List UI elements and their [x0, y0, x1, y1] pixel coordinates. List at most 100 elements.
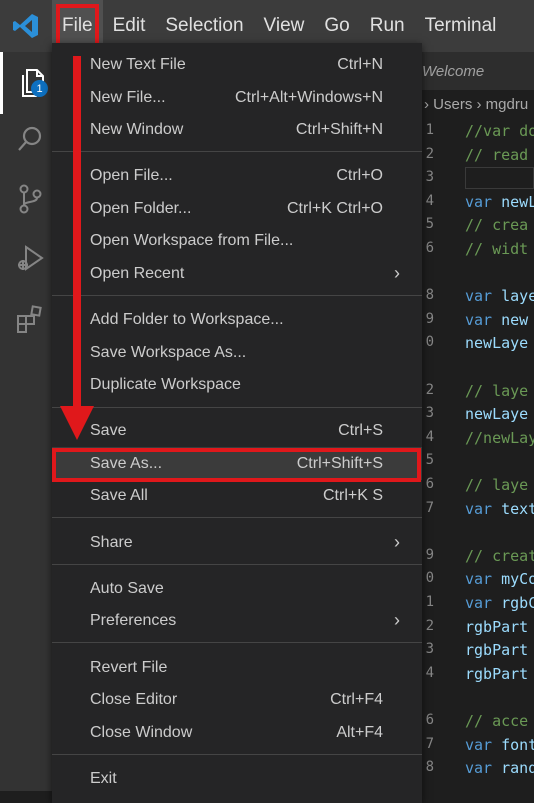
code-line[interactable]: rgbPart: [465, 618, 534, 636]
code-line[interactable]: // widt: [465, 240, 534, 258]
menu-item-new-text-file[interactable]: New Text File Ctrl+N: [52, 48, 422, 81]
explorer-icon[interactable]: [0, 52, 60, 114]
line-number: 2: [425, 145, 434, 162]
menu-item-save[interactable]: Save Ctrl+S: [52, 414, 422, 447]
menu-item-label: Auto Save: [90, 579, 164, 597]
menu-item-open-workspace[interactable]: Open Workspace from File...: [52, 224, 422, 257]
menu-separator: [52, 151, 422, 152]
run-debug-icon[interactable]: [0, 228, 60, 290]
menu-item-shortcut: Ctrl+K S: [322, 486, 383, 504]
menu-item-revert-file[interactable]: Revert File: [52, 651, 422, 684]
code-line[interactable]: var font: [465, 736, 534, 754]
line-number: 2: [425, 617, 434, 634]
menu-item-shortcut: Ctrl+K Ctrl+O: [286, 199, 383, 217]
code-line[interactable]: // laye: [465, 476, 534, 494]
line-number: 4: [425, 428, 434, 445]
code-line[interactable]: var rgbC: [465, 594, 534, 612]
activity-bar: [0, 52, 60, 791]
menu-item-duplicate-workspace[interactable]: Duplicate Workspace: [52, 368, 422, 401]
code-line[interactable]: var text: [465, 500, 534, 518]
menu-item-label: New Window: [90, 120, 184, 138]
line-number: 6: [425, 476, 434, 492]
menu-item-label: Add Folder to Workspace...: [90, 310, 284, 328]
code-line[interactable]: var new: [465, 311, 534, 329]
menu-item-shortcut: Ctrl+Alt+Windows+N: [234, 88, 383, 106]
notification-badge: 1: [31, 80, 48, 97]
menu-item-shortcut: Ctrl+S: [338, 421, 383, 439]
code-line[interactable]: var myCo: [465, 570, 534, 588]
line-number: 8: [425, 287, 434, 304]
menu-item-label: Open Folder...: [90, 199, 192, 217]
menu-separator: [52, 564, 422, 565]
menu-item-label: New Text File: [90, 55, 186, 73]
code-line[interactable]: // acce: [465, 712, 534, 730]
code-line[interactable]: // laye: [465, 382, 534, 400]
annotation-highlight-box: [52, 448, 421, 482]
menu-item-add-folder[interactable]: Add Folder to Workspace...: [52, 303, 422, 336]
menu-item-open-file[interactable]: Open File... Ctrl+O: [52, 159, 422, 192]
line-number: 6: [425, 712, 434, 728]
menu-terminal[interactable]: Terminal: [415, 0, 507, 52]
menu-item-label: Duplicate Workspace: [90, 375, 241, 393]
menu-item-label: Open File...: [90, 166, 173, 184]
line-number: 1: [425, 594, 434, 610]
menu-item-label: Open Recent: [90, 264, 185, 282]
code-line[interactable]: var newL: [465, 193, 534, 211]
line-number: 8: [425, 759, 434, 776]
code-line[interactable]: // read: [465, 146, 534, 164]
menu-item-auto-save[interactable]: Auto Save: [52, 572, 422, 605]
annotation-arrow-head: [60, 406, 94, 440]
line-number: 5: [425, 452, 434, 469]
menu-item-save-all[interactable]: Save All Ctrl+K S: [52, 479, 422, 512]
chevron-right-icon: ›: [394, 610, 400, 630]
code-line[interactable]: var rand: [465, 759, 534, 777]
menu-item-new-file[interactable]: New File... Ctrl+Alt+Windows+N: [52, 81, 422, 114]
line-number: 1: [425, 122, 434, 138]
line-number: 4: [425, 664, 434, 681]
line-number: 9: [425, 310, 434, 327]
menu-item-shortcut: Ctrl+Shift+N: [295, 120, 383, 138]
menu-item-label: New File...: [90, 88, 166, 106]
menu-item-exit[interactable]: Exit: [52, 762, 422, 795]
code-line[interactable]: newLaye: [465, 405, 534, 423]
menu-item-open-folder[interactable]: Open Folder... Ctrl+K Ctrl+O: [52, 192, 422, 225]
menu-separator: [52, 754, 422, 755]
menu-item-shortcut: Ctrl+O: [336, 166, 383, 184]
menu-item-label: Save: [90, 421, 127, 439]
extensions-icon[interactable]: [0, 288, 60, 350]
code-line[interactable]: //var do: [465, 122, 534, 140]
line-number: 3: [425, 405, 434, 422]
line-number: 5: [425, 216, 434, 233]
menu-item-preferences[interactable]: Preferences ›: [52, 604, 422, 637]
line-number: 2: [425, 381, 434, 398]
code-line[interactable]: // creat: [465, 547, 534, 565]
line-number: 7: [425, 735, 434, 752]
code-line[interactable]: newLaye: [465, 334, 534, 352]
line-number: 7: [425, 499, 434, 516]
menu-item-save-workspace-as[interactable]: Save Workspace As...: [52, 336, 422, 369]
code-line[interactable]: //newLay: [465, 429, 534, 447]
source-control-icon[interactable]: [0, 168, 60, 230]
menu-item-label: Save Workspace As...: [90, 343, 247, 361]
annotation-arrow-shaft: [73, 56, 81, 418]
line-number: 0: [425, 334, 434, 351]
menu-item-close-window[interactable]: Close Window Alt+F4: [52, 716, 422, 749]
menu-item-shortcut: Alt+F4: [336, 723, 383, 741]
menu-item-close-editor[interactable]: Close Editor Ctrl+F4: [52, 683, 422, 716]
line-number: 6: [425, 240, 434, 256]
search-icon[interactable]: [0, 108, 60, 170]
chevron-right-icon: ›: [394, 263, 400, 283]
code-line[interactable]: rgbPart: [465, 641, 534, 659]
chevron-right-icon: ›: [394, 532, 400, 552]
menu-item-open-recent[interactable]: Open Recent ›: [52, 257, 422, 290]
code-line[interactable]: // crea: [465, 216, 534, 234]
file-menu-dropdown: New Text File Ctrl+N New File... Ctrl+Alt+…: [52, 43, 422, 803]
menu-separator: [52, 517, 422, 518]
code-line[interactable]: var laye: [465, 287, 534, 305]
menu-item-new-window[interactable]: New Window Ctrl+Shift+N: [52, 113, 422, 146]
line-number: 9: [425, 546, 434, 563]
code-line[interactable]: rgbPart: [465, 665, 534, 683]
menu-item-label: Exit: [90, 769, 117, 787]
menu-item-share[interactable]: Share ›: [52, 526, 422, 559]
breadcrumb[interactable]: › Users › mgdru: [424, 96, 528, 113]
